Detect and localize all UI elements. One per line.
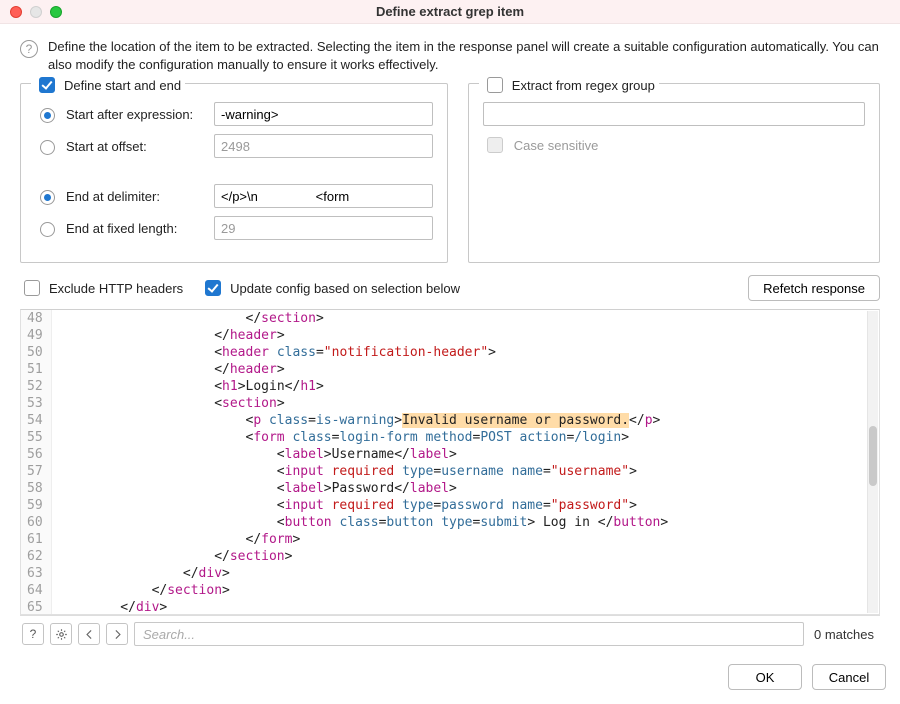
panel-header-right: Extract from regex group — [479, 74, 659, 96]
response-editor[interactable]: 4849505152535455565758596061626364656667… — [20, 309, 880, 615]
code-body[interactable]: </section> </header> <header class="noti… — [52, 310, 879, 614]
end-delim-input[interactable] — [214, 184, 433, 208]
cancel-button[interactable]: Cancel — [812, 664, 886, 690]
regex-input[interactable] — [483, 102, 865, 126]
exclude-headers-option: Exclude HTTP headers — [20, 277, 183, 299]
end-fixed-label: End at fixed length: — [66, 221, 206, 236]
define-start-end-checkbox[interactable] — [39, 77, 55, 93]
case-sensitive-row: Case sensitive — [483, 134, 865, 156]
dialog-window: Define extract grep item ? Define the lo… — [0, 0, 900, 704]
gear-icon[interactable] — [50, 623, 72, 645]
description-row: ? Define the location of the item to be … — [20, 38, 880, 73]
next-match-icon[interactable] — [106, 623, 128, 645]
end-delim-label: End at delimiter: — [66, 189, 206, 204]
exclude-headers-checkbox[interactable] — [24, 280, 40, 296]
case-sensitive-checkbox — [487, 137, 503, 153]
end-delim-row: End at delimiter: — [35, 184, 433, 208]
end-fixed-radio[interactable] — [40, 222, 55, 237]
editor-toolbar: ? 0 matches — [20, 615, 880, 652]
dialog-content: ? Define the location of the item to be … — [0, 24, 900, 656]
define-start-end-panel: Define start and end Start after express… — [20, 83, 448, 263]
scrollbar-thumb[interactable] — [869, 426, 877, 486]
titlebar: Define extract grep item — [0, 0, 900, 24]
exclude-headers-label: Exclude HTTP headers — [49, 281, 183, 296]
search-input[interactable] — [134, 622, 804, 646]
start-offset-label: Start at offset: — [66, 139, 206, 154]
start-after-label: Start after expression: — [66, 107, 206, 122]
description-text: Define the location of the item to be ex… — [48, 38, 880, 73]
dialog-buttons: OK Cancel — [0, 656, 900, 704]
help-icon[interactable]: ? — [20, 40, 38, 58]
regex-input-row — [483, 102, 865, 126]
start-after-radio[interactable] — [40, 108, 55, 123]
update-config-label: Update config based on selection below — [230, 281, 460, 296]
prev-match-icon[interactable] — [78, 623, 100, 645]
config-panels: Define start and end Start after express… — [20, 83, 880, 263]
match-count: 0 matches — [810, 627, 878, 642]
panel-header-right-label: Extract from regex group — [512, 78, 655, 93]
line-gutter: 4849505152535455565758596061626364656667 — [21, 310, 52, 614]
regex-group-checkbox[interactable] — [487, 77, 503, 93]
start-offset-row: Start at offset: — [35, 134, 433, 158]
case-sensitive-label: Case sensitive — [514, 138, 599, 153]
start-offset-radio[interactable] — [40, 140, 55, 155]
panel-header-left-label: Define start and end — [64, 78, 181, 93]
window-title: Define extract grep item — [0, 4, 900, 19]
regex-panel: Extract from regex group Case sensitive — [468, 83, 880, 263]
update-config-option: Update config based on selection below — [201, 277, 460, 299]
start-offset-input[interactable] — [214, 134, 433, 158]
end-fixed-row: End at fixed length: — [35, 216, 433, 240]
help-icon[interactable]: ? — [22, 623, 44, 645]
update-config-checkbox[interactable] — [205, 280, 221, 296]
scrollbar[interactable] — [867, 311, 878, 613]
refetch-button[interactable]: Refetch response — [748, 275, 880, 301]
start-after-input[interactable] — [214, 102, 433, 126]
end-fixed-input[interactable] — [214, 216, 433, 240]
end-delim-radio[interactable] — [40, 190, 55, 205]
panel-header-left: Define start and end — [31, 74, 185, 96]
start-after-row: Start after expression: — [35, 102, 433, 126]
options-row: Exclude HTTP headers Update config based… — [20, 275, 880, 301]
ok-button[interactable]: OK — [728, 664, 802, 690]
